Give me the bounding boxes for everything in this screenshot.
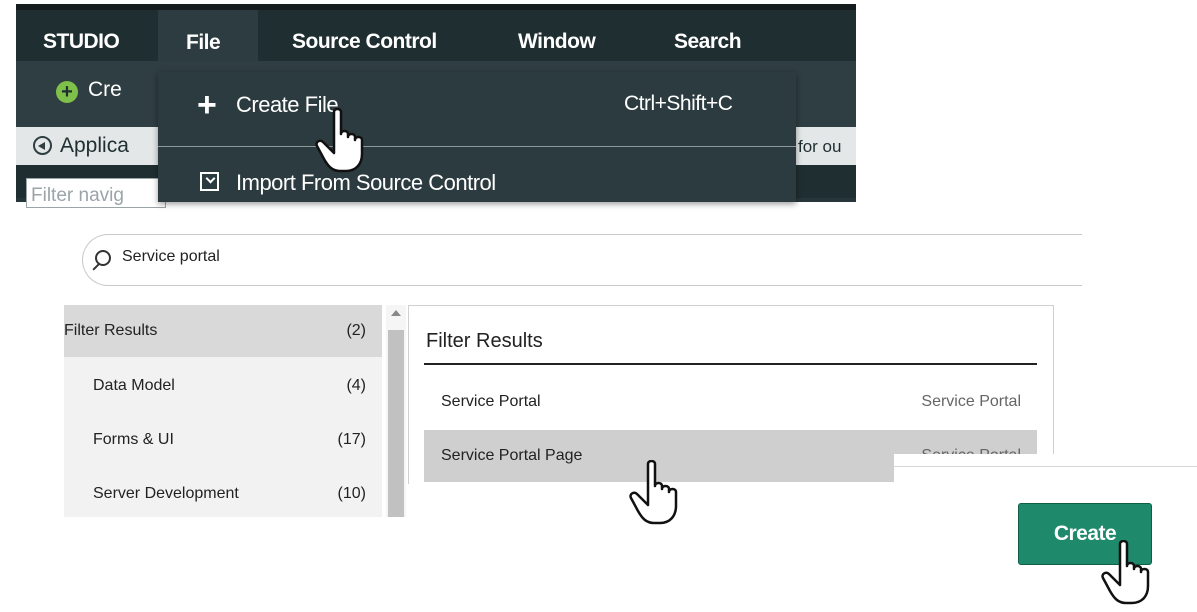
toolbar-create-button[interactable]: Cre bbox=[88, 78, 122, 102]
result-row-service-portal[interactable]: Service Portal Service Portal bbox=[424, 376, 1037, 428]
hand-cursor-icon bbox=[629, 460, 678, 525]
menu-source-control[interactable]: Source Control bbox=[292, 4, 437, 59]
sidebar-item-count: (4) bbox=[346, 377, 366, 394]
results-heading: Filter Results bbox=[426, 330, 543, 352]
result-name: Service Portal bbox=[441, 393, 541, 410]
sidebar-item-count: (10) bbox=[337, 485, 366, 502]
sidebar-item-count: (2) bbox=[346, 322, 366, 339]
menu-file[interactable]: File bbox=[158, 10, 258, 65]
sidebar-item-count: (17) bbox=[337, 431, 366, 448]
sidebar-item-filter-results[interactable]: Filter Results (2) bbox=[64, 305, 382, 357]
sidebar-item-server-development[interactable]: Server Development (10) bbox=[64, 468, 382, 520]
search-query: Service portal bbox=[122, 248, 220, 265]
results-heading-rule bbox=[424, 363, 1037, 365]
menu-divider bbox=[158, 146, 796, 147]
sidebar-item-label: Server Development bbox=[93, 485, 239, 502]
import-icon bbox=[200, 172, 219, 191]
menu-studio[interactable]: STUDIO bbox=[43, 4, 120, 59]
result-type: Service Portal bbox=[921, 393, 1021, 410]
application-label: Applica bbox=[60, 134, 129, 157]
sidebar-item-data-model[interactable]: Data Model (4) bbox=[64, 360, 382, 412]
plus-icon: + bbox=[197, 86, 217, 124]
sidebar-item-label: Filter Results bbox=[64, 322, 158, 339]
application-info-text: for ou bbox=[798, 137, 842, 156]
result-name: Service Portal Page bbox=[441, 447, 583, 464]
create-file-shortcut: Ctrl+Shift+C bbox=[624, 92, 733, 115]
scroll-up-arrow-icon[interactable] bbox=[391, 310, 401, 316]
search-icon bbox=[95, 250, 111, 266]
sidebar-item-label: Forms & UI bbox=[93, 431, 174, 448]
filter-navigator-input[interactable]: Filter navig bbox=[26, 178, 166, 208]
plus-circle-icon[interactable]: + bbox=[56, 81, 78, 103]
back-circle-icon[interactable] bbox=[33, 136, 52, 155]
sidebar-item-forms-ui[interactable]: Forms & UI (17) bbox=[64, 414, 382, 466]
hand-cursor-icon bbox=[315, 108, 364, 173]
scrollbar-thumb[interactable] bbox=[388, 330, 404, 517]
sidebar-item-label: Data Model bbox=[93, 377, 175, 394]
menu-search[interactable]: Search bbox=[674, 4, 742, 59]
dialog-footer-divider bbox=[894, 466, 1197, 467]
menu-window[interactable]: Window bbox=[518, 4, 596, 59]
hand-cursor-icon bbox=[1101, 540, 1150, 605]
search-input[interactable] bbox=[82, 234, 1082, 286]
